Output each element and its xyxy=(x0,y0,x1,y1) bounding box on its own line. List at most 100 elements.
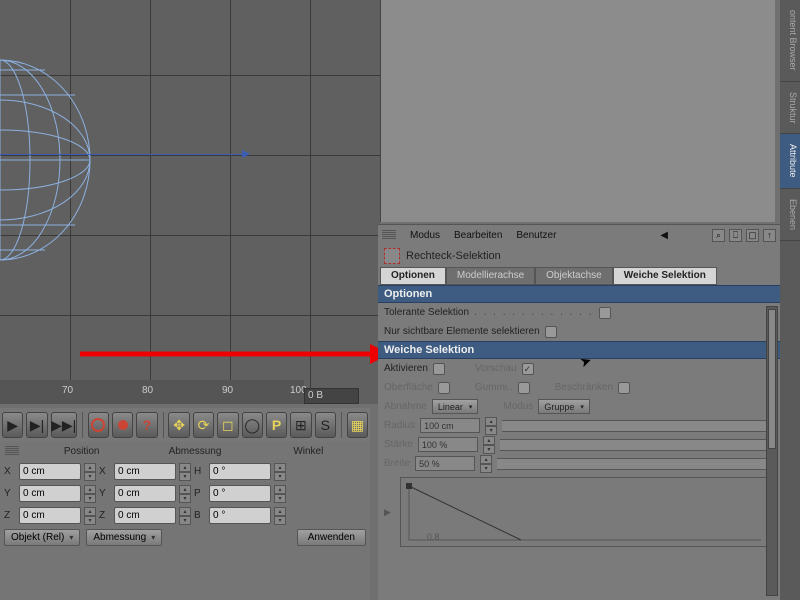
tab-optionen[interactable]: Optionen xyxy=(380,267,446,285)
coord-label: H xyxy=(194,466,206,477)
frame-counter[interactable]: 0 B xyxy=(304,388,359,404)
up-icon[interactable]: ↑ xyxy=(763,229,776,242)
go-end-button[interactable]: ▶▶| xyxy=(51,412,77,438)
select-mode[interactable]: Gruppe xyxy=(538,399,590,414)
size-mode-select[interactable]: Abmessung xyxy=(86,529,162,546)
z-axis-gizmo[interactable] xyxy=(0,154,245,155)
label-visible-only: Nur sichtbare Elemente selektieren xyxy=(384,326,540,337)
coord-label: Y xyxy=(4,488,16,499)
spinner-strength[interactable]: ▴▾ xyxy=(483,436,495,453)
side-tab-struktur[interactable]: Struktur xyxy=(780,82,800,135)
rotate-tool-button[interactable]: ⟳ xyxy=(193,412,214,438)
tick-label: 70 xyxy=(62,385,73,396)
coord-input[interactable]: 0 cm xyxy=(19,507,81,524)
spinner[interactable]: ▴▾ xyxy=(179,463,191,480)
play-button[interactable]: ▶ xyxy=(2,412,23,438)
label-limit: Beschränken xyxy=(555,382,613,393)
scale-tool-button[interactable]: ◻ xyxy=(217,412,238,438)
checkbox-activate[interactable] xyxy=(433,363,445,375)
sphere-wireframe[interactable] xyxy=(0,50,105,280)
scroll-thumb[interactable] xyxy=(768,309,776,449)
select-falloff[interactable]: Linear xyxy=(432,399,479,414)
side-tab-content-browser[interactable]: ontent Browser xyxy=(780,0,800,82)
object-mode-select[interactable]: Objekt (Rel) xyxy=(4,529,80,546)
attr-scrollbar[interactable] xyxy=(766,306,778,596)
checkbox-surface[interactable] xyxy=(438,382,450,394)
menu-edit[interactable]: Bearbeiten xyxy=(448,228,508,243)
spinner-radius[interactable]: ▴▾ xyxy=(485,417,497,434)
snap-button[interactable]: ⊞ xyxy=(290,412,311,438)
tab-modellierachse[interactable]: Modellierachse xyxy=(446,267,535,285)
label-rubber: Gummi.. xyxy=(475,382,513,393)
spinner[interactable]: ▴▾ xyxy=(179,485,191,502)
coord-input[interactable]: 0 cm xyxy=(114,463,176,480)
spinner[interactable]: ▴▾ xyxy=(179,507,191,524)
preview-pane[interactable] xyxy=(380,0,775,222)
coord-label: B xyxy=(194,510,206,521)
tick-label: 90 xyxy=(222,385,233,396)
annotation-arrow xyxy=(80,340,390,370)
checkbox-rubber[interactable] xyxy=(518,382,530,394)
param-button[interactable]: P xyxy=(266,412,287,438)
coord-input[interactable]: 0 cm xyxy=(114,485,176,502)
back-icon[interactable]: ◀ xyxy=(660,230,668,241)
checkbox-tolerant[interactable] xyxy=(599,307,611,319)
tab-objektachse[interactable]: Objektachse xyxy=(535,267,613,285)
spinner[interactable]: ▴▾ xyxy=(274,463,286,480)
key-options-button[interactable]: ? xyxy=(136,412,157,438)
coord-input[interactable]: 0 cm xyxy=(19,485,81,502)
new-icon[interactable]: ▢ xyxy=(746,229,759,242)
timeline-toolbar: ▶ ▶| ▶▶| ? ✥ ⟳ ◻ ◯ P ⊞ S ▦ xyxy=(0,408,370,442)
label-falloff: Abnahme xyxy=(384,401,427,412)
side-tab-attribute[interactable]: Attribute xyxy=(780,134,800,189)
tick-label: 80 xyxy=(142,385,153,396)
input-width[interactable]: 50 % xyxy=(415,456,475,471)
checkbox-limit[interactable] xyxy=(618,382,630,394)
slider-strength[interactable] xyxy=(500,439,774,451)
curve-tick: 0.8 xyxy=(427,532,440,542)
checkbox-visible-only[interactable] xyxy=(545,326,557,338)
lock-icon[interactable]: ⎕ xyxy=(729,229,742,242)
input-strength[interactable]: 100 % xyxy=(418,437,478,452)
apply-button[interactable]: Anwenden xyxy=(297,529,366,546)
spinner[interactable]: ▴▾ xyxy=(84,507,96,524)
next-frame-button[interactable]: ▶| xyxy=(26,412,47,438)
coord-input[interactable]: 0 ° xyxy=(209,463,271,480)
label-mode: Modus xyxy=(503,401,533,412)
timeline-ruler[interactable]: 70 80 90 100 xyxy=(0,380,304,404)
render-button[interactable]: ▦ xyxy=(347,412,368,438)
menu-user[interactable]: Benutzer xyxy=(510,228,562,243)
spinner[interactable]: ▴▾ xyxy=(84,463,96,480)
falloff-curve[interactable]: 0.8 xyxy=(400,477,768,547)
coord-label: P xyxy=(194,488,206,499)
coord-input[interactable]: 0 cm xyxy=(114,507,176,524)
search-icon[interactable]: ⌕ xyxy=(712,229,725,242)
s-button[interactable]: S xyxy=(315,412,336,438)
coord-input[interactable]: 0 ° xyxy=(209,507,271,524)
coord-label: Y xyxy=(99,488,111,499)
coord-label: X xyxy=(4,466,16,477)
axis-button[interactable]: ◯ xyxy=(242,412,263,438)
expand-curve-icon[interactable]: ▶ xyxy=(384,507,391,518)
slider-width[interactable] xyxy=(497,458,774,470)
input-radius[interactable]: 100 cm xyxy=(420,418,480,433)
record-key-button[interactable] xyxy=(88,412,109,438)
autokey-button[interactable] xyxy=(112,412,133,438)
spinner-width[interactable]: ▴▾ xyxy=(480,455,492,472)
section-optionen: Optionen xyxy=(378,285,780,303)
coord-label: Z xyxy=(4,510,16,521)
menu-modus[interactable]: Modus xyxy=(404,228,446,243)
checkbox-preview[interactable] xyxy=(522,363,534,375)
move-tool-button[interactable]: ✥ xyxy=(168,412,189,438)
coord-input[interactable]: 0 ° xyxy=(209,485,271,502)
spinner[interactable]: ▴▾ xyxy=(274,485,286,502)
slider-radius[interactable] xyxy=(502,420,774,432)
header-size: Abmessung xyxy=(138,446,251,457)
tab-weiche-selektion[interactable]: Weiche Selektion xyxy=(613,267,717,285)
tool-title: Rechteck-Selektion xyxy=(406,250,501,262)
side-tab-ebenen[interactable]: Ebenen xyxy=(780,189,800,241)
coord-label: X xyxy=(99,466,111,477)
spinner[interactable]: ▴▾ xyxy=(274,507,286,524)
spinner[interactable]: ▴▾ xyxy=(84,485,96,502)
coord-input[interactable]: 0 cm xyxy=(19,463,81,480)
